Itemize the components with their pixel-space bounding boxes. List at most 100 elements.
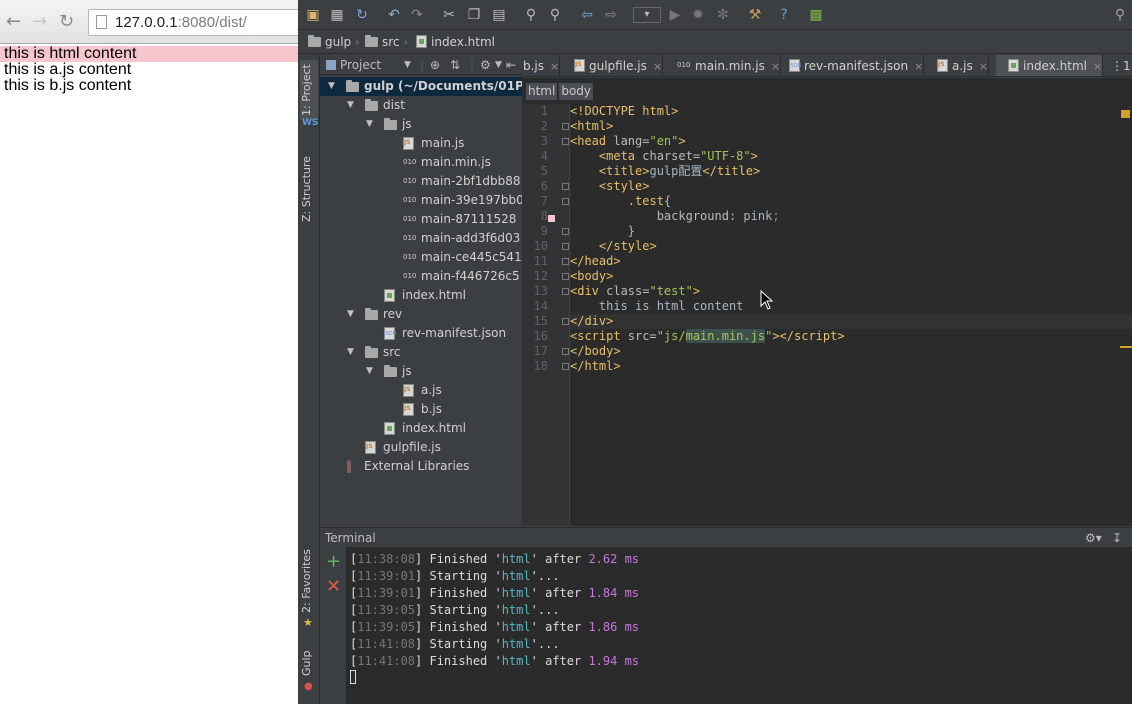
log-verb: Starting [429, 603, 488, 617]
copy-icon[interactable]: ❐ [465, 6, 483, 24]
tree-item[interactable]: main.min.js [320, 153, 522, 172]
breadcrumb-src[interactable]: src › [365, 30, 408, 54]
chevron-down-icon[interactable]: ▼ [366, 115, 373, 134]
terminal-line: [11:39:05] Starting 'html'... [350, 603, 560, 617]
tab-gulp[interactable]: Gulp [300, 647, 318, 679]
line-number: 6 [540, 179, 548, 193]
settings-wrench-icon[interactable]: ⚒ [746, 6, 764, 24]
close-icon[interactable]: × [914, 60, 923, 73]
hide-panel-icon[interactable]: ↧ [1112, 528, 1122, 548]
tree-item[interactable]: ▼ src [320, 343, 522, 362]
run-config-dropdown[interactable]: ▾ [633, 7, 661, 23]
log-task: html [501, 586, 531, 600]
editor-tab[interactable]: b.js × [522, 55, 561, 76]
plugin-icon[interactable]: ▩ [807, 6, 825, 24]
tree-item[interactable]: main-add3f6d03 [320, 229, 522, 248]
close-icon[interactable]: × [653, 60, 662, 73]
tree-item[interactable]: main-87111528 [320, 210, 522, 229]
tree-item-label: index.html [402, 421, 466, 435]
terminal-prompt[interactable] [346, 670, 1132, 687]
close-icon[interactable]: × [979, 60, 988, 73]
editor-tab[interactable]: rev-manifest.json × [777, 55, 925, 76]
tree-item[interactable]: gulpfile.js [320, 438, 522, 457]
tree-item[interactable]: rev-manifest.json [320, 324, 522, 343]
editor-tab[interactable]: index.html × [996, 55, 1104, 76]
address-bar[interactable]: 127.0.0.1:8080/dist/ [88, 9, 318, 36]
chevron-down-icon[interactable]: ▼ [495, 55, 502, 75]
log-tail: after [537, 620, 589, 634]
js-file-icon [403, 403, 414, 416]
crumb-html[interactable]: html [526, 83, 558, 100]
forward-arrow-icon[interactable]: → [32, 12, 47, 32]
search-everywhere-icon[interactable]: ⚲ [1111, 6, 1129, 24]
chevron-down-icon[interactable]: ▼ [347, 305, 354, 324]
close-icon[interactable]: × [1093, 60, 1102, 73]
tree-item[interactable]: ▼ dist [320, 96, 522, 115]
breadcrumb-index-html[interactable]: index.html [416, 30, 495, 54]
tree-item[interactable]: main-ce445c541 [320, 248, 522, 267]
chevron-down-icon[interactable]: ▼ [366, 362, 373, 381]
close-icon[interactable]: × [550, 60, 559, 73]
chevron-down-icon[interactable]: ▼ [347, 343, 354, 362]
collapse-all-icon[interactable]: ⇅ [450, 55, 460, 75]
terminal-output[interactable]: [11:38:08] Finished 'html' after 2.62 ms… [346, 547, 1132, 704]
main-toolbar: ▣ ▦ ↻ ↶ ↷ ✂ ❐ ▤ ⚲ ⚲ ⇦ ⇨ ▾ ▶ ✹ ✼ ⚒ ? ▩ ⚲ [298, 0, 1132, 30]
replace-icon[interactable]: ⚲ [546, 6, 564, 24]
chevron-down-icon[interactable]: ▼ [347, 96, 354, 115]
tree-item[interactable]: main-f446726c5 [320, 267, 522, 286]
tab-favorites[interactable]: 2: Favorites [300, 545, 318, 617]
tree-item[interactable]: ▼ js [320, 115, 522, 134]
debug-icon[interactable]: ✹ [689, 6, 707, 24]
mouse-pointer-icon [760, 290, 774, 310]
find-icon[interactable]: ⚲ [522, 6, 540, 24]
gear-icon[interactable]: ⚙ [480, 55, 491, 75]
tab-overflow-button[interactable]: ⋮1 [1107, 55, 1131, 76]
paste-icon[interactable]: ▤ [490, 6, 508, 24]
sync-icon[interactable]: ↻ [353, 6, 371, 24]
tab-structure[interactable]: Z: Structure [300, 148, 318, 230]
close-session-icon[interactable]: ✕ [326, 578, 341, 596]
help-icon[interactable]: ? [775, 6, 793, 24]
back-arrow-icon[interactable]: ← [6, 12, 21, 32]
hide-panel-icon[interactable]: ⇤ [506, 55, 516, 75]
tree-item[interactable]: ▼ rev [320, 305, 522, 324]
forward-nav-icon[interactable]: ⇨ [602, 6, 620, 24]
open-folder-icon[interactable]: ▣ [304, 6, 322, 24]
tree-item[interactable]: ‖ External Libraries [320, 457, 522, 476]
code-area[interactable]: 1 <!DOCTYPE html> 2 <html> 3 <head lang="en… [534, 104, 1132, 374]
coverage-icon[interactable]: ✼ [714, 6, 732, 24]
redo-icon[interactable]: ↷ [408, 6, 426, 24]
run-icon[interactable]: ▶ [666, 6, 684, 24]
project-view-selector[interactable]: Project [340, 55, 381, 75]
html-file-icon [1008, 59, 1019, 72]
undo-icon[interactable]: ↶ [385, 6, 403, 24]
new-session-icon[interactable]: + [326, 553, 341, 571]
cut-icon[interactable]: ✂ [440, 6, 458, 24]
scroll-from-source-icon[interactable]: ⊕ [430, 55, 440, 75]
editor-tab[interactable]: a.js × [925, 55, 989, 76]
tree-item[interactable]: main-2bf1dbb88 [320, 172, 522, 191]
chevron-down-icon[interactable]: ▼ [404, 55, 411, 75]
chevron-down-icon[interactable]: ▼ [328, 77, 335, 96]
editor-tab[interactable]: main.min.js× [665, 55, 782, 76]
save-icon[interactable]: ▦ [328, 6, 346, 24]
tree-item[interactable]: ▼ js [320, 362, 522, 381]
editor-tab[interactable]: gulpfile.js × [562, 55, 664, 76]
tree-item[interactable]: main.js [320, 134, 522, 153]
tree-item[interactable]: index.html [320, 286, 522, 305]
editor-tab-label: a.js [952, 59, 973, 73]
terminal-line: [11:39:01] Finished 'html' after 1.84 ms [350, 586, 640, 600]
tree-item[interactable]: index.html [320, 419, 522, 438]
crumb-body[interactable]: body [559, 83, 594, 100]
gear-icon[interactable]: ⚙▾ [1085, 528, 1102, 548]
tree-item[interactable]: b.js [320, 400, 522, 419]
separator: | [420, 58, 425, 72]
tree-item[interactable]: main-39e197bb0 [320, 191, 524, 210]
tree-item[interactable]: ▼ gulp (~/Documents/01Proje [320, 77, 550, 96]
editor-breadcrumbs: html body [526, 83, 595, 100]
back-nav-icon[interactable]: ⇦ [578, 6, 596, 24]
tab-project[interactable]: 1: Project [300, 60, 318, 120]
reload-icon[interactable]: ↻ [59, 12, 74, 32]
tree-item[interactable]: a.js [320, 381, 522, 400]
breadcrumb-gulp[interactable]: gulp › [308, 30, 360, 54]
